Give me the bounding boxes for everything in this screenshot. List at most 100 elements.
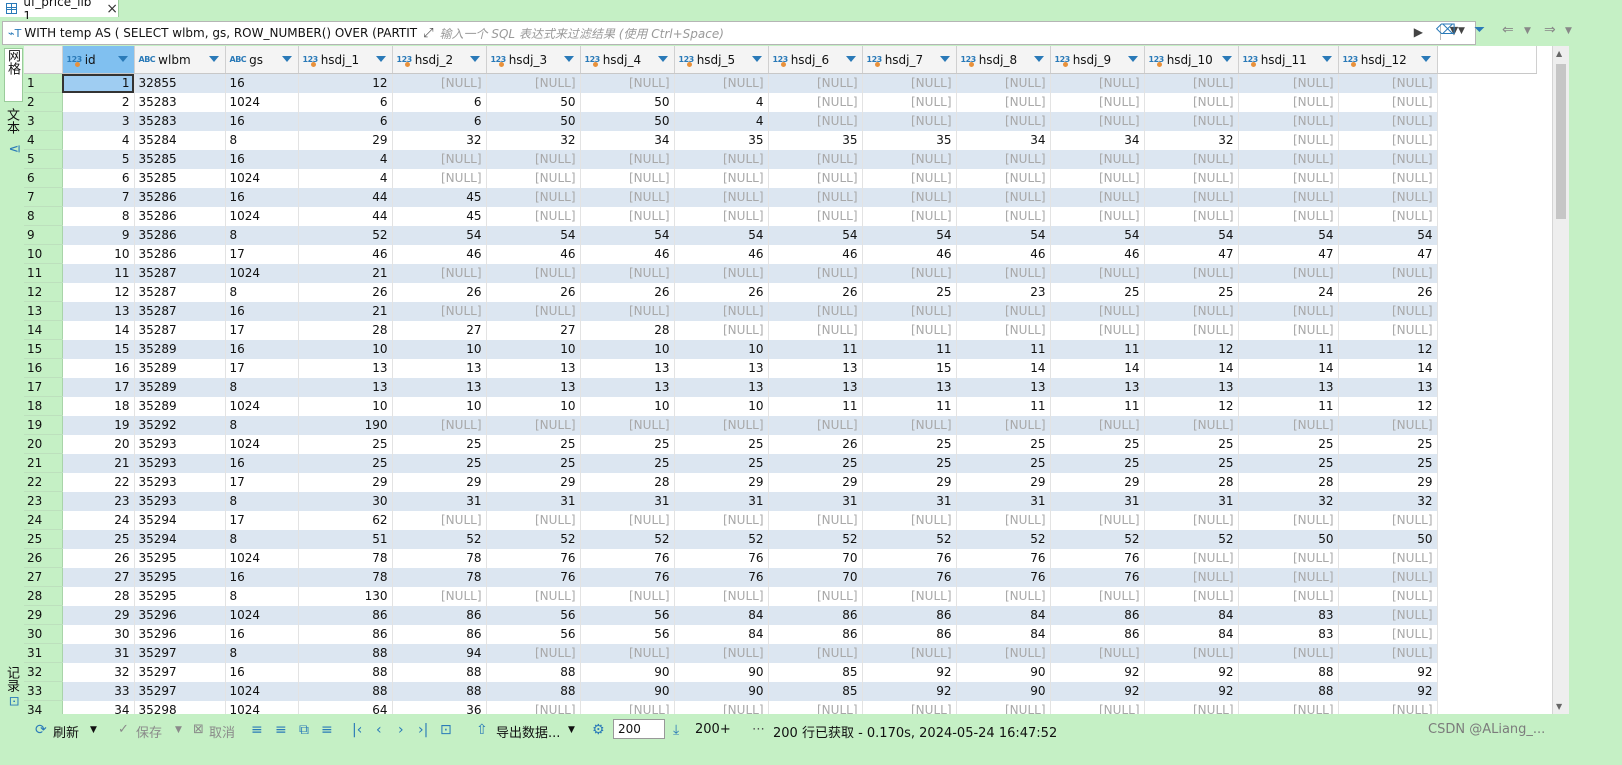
edit-row-icon[interactable]: ≡: [251, 722, 263, 738]
cell-hsdj_4[interactable]: [NULL]: [580, 700, 675, 714]
cell-hsdj_9[interactable]: [NULL]: [1050, 92, 1145, 112]
cell-hsdj_4[interactable]: 76: [580, 548, 675, 568]
cell-hsdj_12[interactable]: [NULL]: [1338, 643, 1438, 663]
table-row[interactable]: 14 14 35287 17 28 27 27 28 [NULL] [NULL] [NULL] [NU…: [24, 320, 1536, 340]
cell-hsdj_6[interactable]: [NULL]: [768, 415, 863, 435]
filter-funnel-icon[interactable]: ⏷: [1474, 22, 1485, 38]
cell-gs[interactable]: 1024: [225, 681, 299, 701]
cell-hsdj_3[interactable]: [NULL]: [486, 700, 581, 714]
cell-hsdj_4[interactable]: 52: [580, 529, 675, 549]
cell-hsdj_9[interactable]: [NULL]: [1050, 415, 1145, 435]
cell-id[interactable]: 9: [62, 225, 135, 245]
cell-hsdj_2[interactable]: 36: [392, 700, 487, 714]
cell-hsdj_11[interactable]: 25: [1238, 434, 1339, 454]
cell-hsdj_1[interactable]: 13: [298, 377, 393, 397]
cell-hsdj_2[interactable]: [NULL]: [392, 149, 487, 169]
cell-hsdj_4[interactable]: 56: [580, 605, 675, 625]
cell-hsdj_7[interactable]: 92: [862, 662, 957, 682]
cell-hsdj_6[interactable]: 52: [768, 529, 863, 549]
cell-hsdj_1[interactable]: 25: [298, 434, 393, 454]
cell-hsdj_2[interactable]: 78: [392, 567, 487, 587]
fetch-next-icon[interactable]: ⤓: [673, 722, 679, 738]
cell-hsdj_5[interactable]: [NULL]: [674, 700, 769, 714]
cell-hsdj_3[interactable]: 13: [486, 377, 581, 397]
cell-hsdj_8[interactable]: 25: [956, 453, 1051, 473]
cell-hsdj_9[interactable]: [NULL]: [1050, 187, 1145, 207]
cell-hsdj_12[interactable]: 25: [1338, 434, 1438, 454]
cell-hsdj_8[interactable]: 14: [956, 358, 1051, 378]
cell-hsdj_9[interactable]: 76: [1050, 548, 1145, 568]
cell-gs[interactable]: 8: [225, 586, 299, 606]
cell-hsdj_11[interactable]: 11: [1238, 339, 1339, 359]
cell-hsdj_8[interactable]: [NULL]: [956, 149, 1051, 169]
cell-hsdj_8[interactable]: [NULL]: [956, 415, 1051, 435]
cell-hsdj_4[interactable]: [NULL]: [580, 301, 675, 321]
row-number[interactable]: 20: [24, 434, 63, 454]
cell-hsdj_9[interactable]: 76: [1050, 567, 1145, 587]
table-row[interactable]: 17 17 35289 8 13 13 13 13 13 13 13 13 13 13 13 13: [24, 377, 1536, 397]
table-row[interactable]: 19 19 35292 8 190 [NULL] [NULL] [NULL] [NULL] [NU…: [24, 415, 1536, 435]
cell-hsdj_5[interactable]: 31: [674, 491, 769, 511]
cell-hsdj_10[interactable]: [NULL]: [1144, 567, 1239, 587]
cell-hsdj_6[interactable]: 85: [768, 662, 863, 682]
cell-hsdj_5[interactable]: [NULL]: [674, 510, 769, 530]
cell-wlbm[interactable]: 35285: [134, 149, 226, 169]
cell-hsdj_8[interactable]: 54: [956, 225, 1051, 245]
cell-hsdj_3[interactable]: [NULL]: [486, 187, 581, 207]
delete-row-icon[interactable]: ≡: [321, 722, 333, 738]
export-icon[interactable]: ⇧: [476, 722, 488, 738]
add-row-icon[interactable]: ≡: [275, 722, 287, 738]
cell-hsdj_9[interactable]: [NULL]: [1050, 643, 1145, 663]
scrollbar-thumb[interactable]: [1556, 64, 1566, 219]
cell-id[interactable]: 8: [62, 206, 135, 226]
cell-id[interactable]: 12: [62, 282, 135, 302]
cell-gs[interactable]: 16: [225, 149, 299, 169]
cell-hsdj_6[interactable]: [NULL]: [768, 149, 863, 169]
chevron-down-icon[interactable]: ▼: [1524, 26, 1531, 36]
cell-hsdj_4[interactable]: 76: [580, 567, 675, 587]
cell-hsdj_6[interactable]: [NULL]: [768, 73, 863, 93]
cell-hsdj_2[interactable]: [NULL]: [392, 301, 487, 321]
cell-hsdj_5[interactable]: 4: [674, 92, 769, 112]
cell-hsdj_1[interactable]: 10: [298, 396, 393, 416]
cell-gs[interactable]: 16: [225, 111, 299, 131]
cell-hsdj_8[interactable]: 31: [956, 491, 1051, 511]
cell-hsdj_10[interactable]: [NULL]: [1144, 206, 1239, 226]
cell-wlbm[interactable]: 35295: [134, 567, 226, 587]
cell-hsdj_12[interactable]: [NULL]: [1338, 168, 1438, 188]
cell-wlbm[interactable]: 35293: [134, 491, 226, 511]
cell-hsdj_3[interactable]: [NULL]: [486, 168, 581, 188]
cell-hsdj_8[interactable]: 23: [956, 282, 1051, 302]
cell-hsdj_1[interactable]: 10: [298, 339, 393, 359]
cell-wlbm[interactable]: 35283: [134, 111, 226, 131]
cell-hsdj_12[interactable]: [NULL]: [1338, 586, 1438, 606]
cell-hsdj_7[interactable]: [NULL]: [862, 643, 957, 663]
cell-hsdj_3[interactable]: 76: [486, 548, 581, 568]
cell-hsdj_10[interactable]: 12: [1144, 339, 1239, 359]
cell-hsdj_2[interactable]: 94: [392, 643, 487, 663]
cell-hsdj_1[interactable]: 29: [298, 130, 393, 150]
cell-hsdj_4[interactable]: 10: [580, 339, 675, 359]
cell-gs[interactable]: 16: [225, 662, 299, 682]
cell-hsdj_11[interactable]: 24: [1238, 282, 1339, 302]
cell-hsdj_6[interactable]: [NULL]: [768, 510, 863, 530]
cell-hsdj_5[interactable]: 84: [674, 605, 769, 625]
cell-hsdj_7[interactable]: 29: [862, 472, 957, 492]
last-page-icon[interactable]: ›|: [418, 722, 428, 738]
cell-hsdj_8[interactable]: [NULL]: [956, 510, 1051, 530]
table-row[interactable]: 25 25 35294 8 51 52 52 52 52 52 52 52 52 52 50 50: [24, 529, 1536, 549]
sort-filter-icon[interactable]: [281, 56, 292, 62]
cell-hsdj_4[interactable]: [NULL]: [580, 510, 675, 530]
cell-hsdj_9[interactable]: 46: [1050, 244, 1145, 264]
row-number[interactable]: 10: [24, 244, 63, 264]
cell-hsdj_6[interactable]: 70: [768, 567, 863, 587]
cell-hsdj_10[interactable]: [NULL]: [1144, 168, 1239, 188]
cell-hsdj_7[interactable]: 76: [862, 548, 957, 568]
cell-gs[interactable]: 1024: [225, 434, 299, 454]
sort-filter-icon[interactable]: [1420, 56, 1431, 62]
cell-gs[interactable]: 1024: [225, 168, 299, 188]
cell-hsdj_3[interactable]: 54: [486, 225, 581, 245]
cell-hsdj_8[interactable]: [NULL]: [956, 73, 1051, 93]
column-header-hsdj_6[interactable]: 123 hsdj_6: [768, 46, 863, 74]
forward-arrow-icon[interactable]: ⇒: [1544, 22, 1556, 38]
